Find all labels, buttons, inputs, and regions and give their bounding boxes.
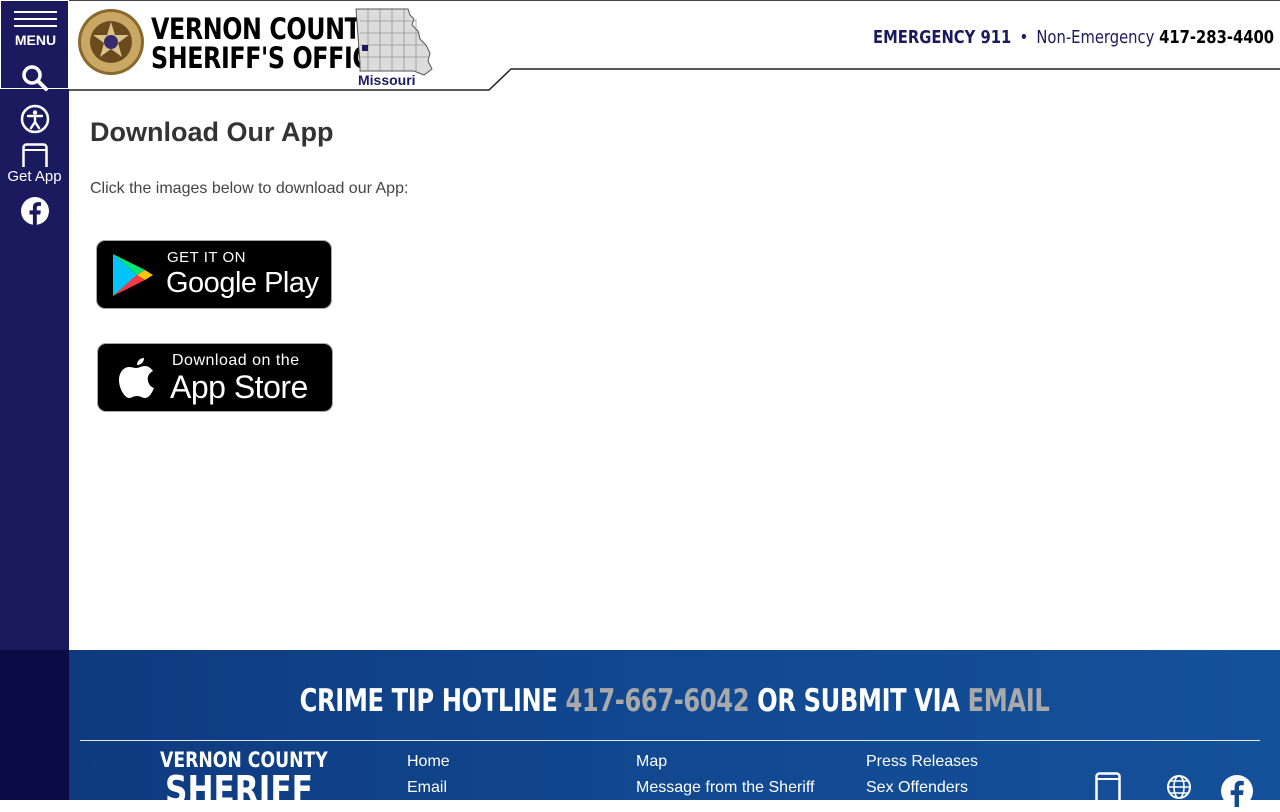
site-footer: CRIME TIP HOTLINE 417-667-6042 OR SUBMIT… xyxy=(69,650,1280,812)
phone-icon[interactable] xyxy=(1095,772,1121,800)
missouri-map-icon xyxy=(355,8,433,76)
accessibility-icon[interactable] xyxy=(20,104,50,134)
footer-brand-line2: SHERIFF xyxy=(165,768,313,812)
nonemergency-label: Non-Emergency xyxy=(1036,27,1155,48)
app-store-label: App Store xyxy=(170,369,308,405)
menu-icon xyxy=(14,11,57,32)
get-app-label: Get App xyxy=(7,168,62,185)
nonemergency-phone[interactable]: 417-283-4400 xyxy=(1159,27,1274,48)
emergency-number[interactable]: EMERGENCY 911 xyxy=(873,27,1011,48)
separator: • xyxy=(1019,27,1029,48)
footer-link-email[interactable]: Email xyxy=(407,779,447,797)
footer-link-home[interactable]: Home xyxy=(407,753,450,771)
get-app-button[interactable]: Get App xyxy=(0,143,69,188)
facebook-icon[interactable] xyxy=(20,196,50,226)
footer-link-message-from-sheriff[interactable]: Message from the Sheriff xyxy=(636,779,814,797)
google-play-icon xyxy=(113,254,153,296)
intro-text: Click the images below to download our A… xyxy=(90,180,409,197)
hotline-email-link[interactable]: EMAIL xyxy=(968,683,1050,719)
hotline-prefix: CRIME TIP HOTLINE xyxy=(299,683,558,719)
page-title: Download Our App xyxy=(90,117,334,147)
google-play-button[interactable]: GET IT ON Google Play xyxy=(96,240,332,309)
sheriff-seal-logo[interactable] xyxy=(77,8,145,76)
contact-line: EMERGENCY 911 • Non-Emergency 417-283-4400 xyxy=(873,27,1274,48)
left-rail: MENU Get App xyxy=(0,0,69,650)
menu-label: MENU xyxy=(14,32,57,48)
state-label: Missouri xyxy=(358,72,416,88)
globe-icon[interactable] xyxy=(1166,774,1192,800)
footer-link-press-releases[interactable]: Press Releases xyxy=(866,753,978,771)
brand-name-line2: SHERIFF'S OFFICE xyxy=(151,41,386,75)
app-store-top: Download on the xyxy=(172,352,300,369)
footer-divider xyxy=(80,740,1260,741)
app-store-button[interactable]: Download on the App Store xyxy=(97,343,333,412)
apple-icon xyxy=(119,358,154,398)
left-rail-footer xyxy=(0,650,69,800)
google-play-top: GET IT ON xyxy=(167,249,246,266)
phone-icon xyxy=(22,143,48,167)
crime-tip-hotline: CRIME TIP HOTLINE 417-667-6042 OR SUBMIT… xyxy=(202,683,1147,719)
site-header: VERNON COUNTY SHERIFF'S OFFICE Missouri … xyxy=(69,0,1280,92)
google-play-label: Google Play xyxy=(166,267,319,299)
hotline-phone-link[interactable]: 417-667-6042 xyxy=(565,683,749,719)
footer-link-map[interactable]: Map xyxy=(636,753,667,771)
footer-link-sex-offenders[interactable]: Sex Offenders xyxy=(866,779,968,797)
hotline-middle: OR SUBMIT VIA xyxy=(757,683,960,719)
search-icon[interactable] xyxy=(21,64,49,92)
facebook-icon[interactable] xyxy=(1220,774,1254,808)
